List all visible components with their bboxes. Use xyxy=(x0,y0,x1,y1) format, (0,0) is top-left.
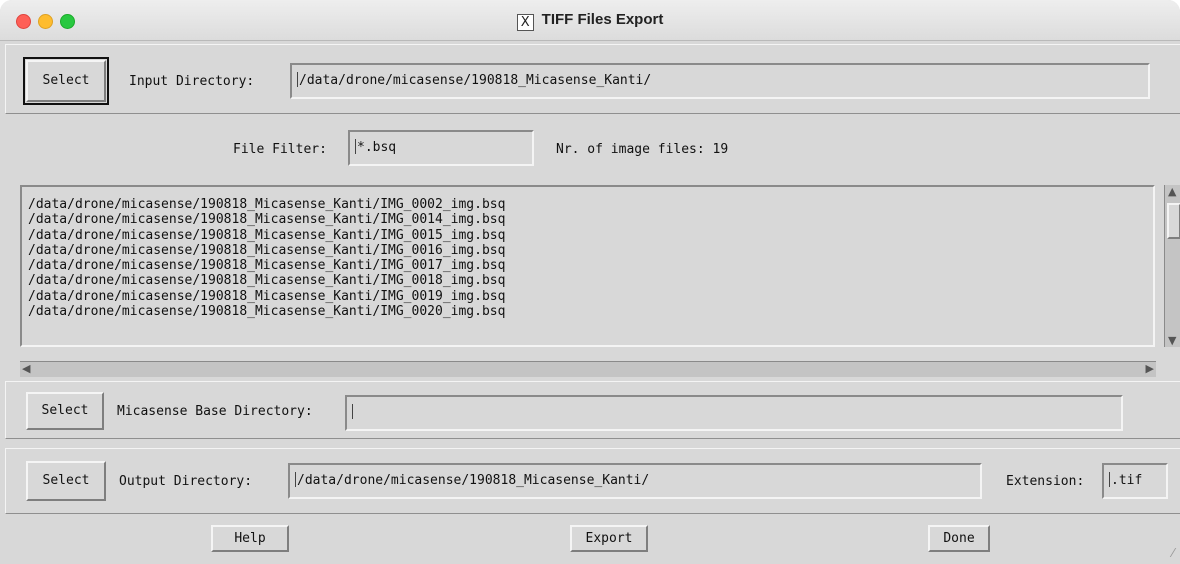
text-cursor xyxy=(352,404,353,419)
text-cursor xyxy=(1109,472,1110,487)
select-base-directory-button[interactable]: Select xyxy=(26,392,104,430)
file-filter-label: File Filter: xyxy=(233,142,327,157)
select-input-directory-button[interactable]: Select xyxy=(23,57,109,105)
file-list-horizontal-scrollbar[interactable]: ◀ ▶ xyxy=(20,361,1156,377)
file-list-item[interactable]: /data/drone/micasense/190818_Micasense_K… xyxy=(28,258,1153,273)
text-cursor xyxy=(297,72,298,87)
select-output-directory-button[interactable]: Select xyxy=(26,461,106,501)
output-directory-panel: Select Output Directory: /data/drone/mic… xyxy=(5,448,1180,514)
title-bar[interactable]: X TIFF Files Export xyxy=(0,0,1180,41)
resize-grip-icon[interactable]: ⁄ xyxy=(1172,546,1174,560)
file-list-item[interactable]: /data/drone/micasense/190818_Micasense_K… xyxy=(28,212,1153,227)
base-directory-field[interactable] xyxy=(345,395,1123,431)
text-cursor xyxy=(355,139,356,154)
file-list-item[interactable]: /data/drone/micasense/190818_Micasense_K… xyxy=(28,304,1153,319)
file-list[interactable]: /data/drone/micasense/190818_Micasense_K… xyxy=(20,185,1155,347)
scroll-left-arrow-icon[interactable]: ◀ xyxy=(22,362,30,375)
input-directory-field[interactable]: /data/drone/micasense/190818_Micasense_K… xyxy=(290,63,1150,99)
window-title: TIFF Files Export xyxy=(541,11,664,28)
file-list-item[interactable]: /data/drone/micasense/190818_Micasense_K… xyxy=(28,289,1153,304)
file-list-item[interactable]: /data/drone/micasense/190818_Micasense_K… xyxy=(28,228,1153,243)
file-filter-value: *.bsq xyxy=(357,140,397,155)
file-list-vertical-scrollbar[interactable]: ▲ ▼ xyxy=(1164,185,1180,347)
input-directory-panel: Select Input Directory: /data/drone/mica… xyxy=(5,44,1180,114)
output-directory-field[interactable]: /data/drone/micasense/190818_Micasense_K… xyxy=(288,463,982,499)
done-button[interactable]: Done xyxy=(928,525,990,552)
file-list-item[interactable]: /data/drone/micasense/190818_Micasense_K… xyxy=(28,273,1153,288)
window-title-wrap: X TIFF Files Export xyxy=(0,11,1180,31)
file-filter-field[interactable]: *.bsq xyxy=(348,130,534,166)
help-button[interactable]: Help xyxy=(211,525,289,552)
base-directory-panel: Select Micasense Base Directory: xyxy=(5,381,1180,439)
output-directory-label: Output Directory: xyxy=(119,474,253,489)
extension-field[interactable]: .tif xyxy=(1102,463,1168,499)
export-button[interactable]: Export xyxy=(570,525,648,552)
scroll-right-arrow-icon[interactable]: ▶ xyxy=(1146,362,1154,375)
file-list-item[interactable]: /data/drone/micasense/190818_Micasense_K… xyxy=(28,243,1153,258)
input-directory-value: /data/drone/micasense/190818_Micasense_K… xyxy=(299,73,652,88)
image-file-count: Nr. of image files: 19 xyxy=(556,142,729,157)
vertical-scroll-thumb[interactable] xyxy=(1167,203,1180,239)
tiff-export-window: X TIFF Files Export Select Input Director… xyxy=(0,0,1180,564)
text-cursor xyxy=(295,472,296,487)
output-directory-value: /data/drone/micasense/190818_Micasense_K… xyxy=(297,473,650,488)
scroll-down-arrow-icon[interactable]: ▼ xyxy=(1168,334,1176,347)
base-directory-label: Micasense Base Directory: xyxy=(117,404,313,419)
file-list-item[interactable]: /data/drone/micasense/190818_Micasense_K… xyxy=(28,197,1153,212)
scroll-up-arrow-icon[interactable]: ▲ xyxy=(1168,185,1176,198)
x11-icon: X xyxy=(516,14,534,31)
extension-value: .tif xyxy=(1111,473,1143,488)
extension-label: Extension: xyxy=(1006,474,1085,489)
input-directory-label: Input Directory: xyxy=(129,74,255,89)
